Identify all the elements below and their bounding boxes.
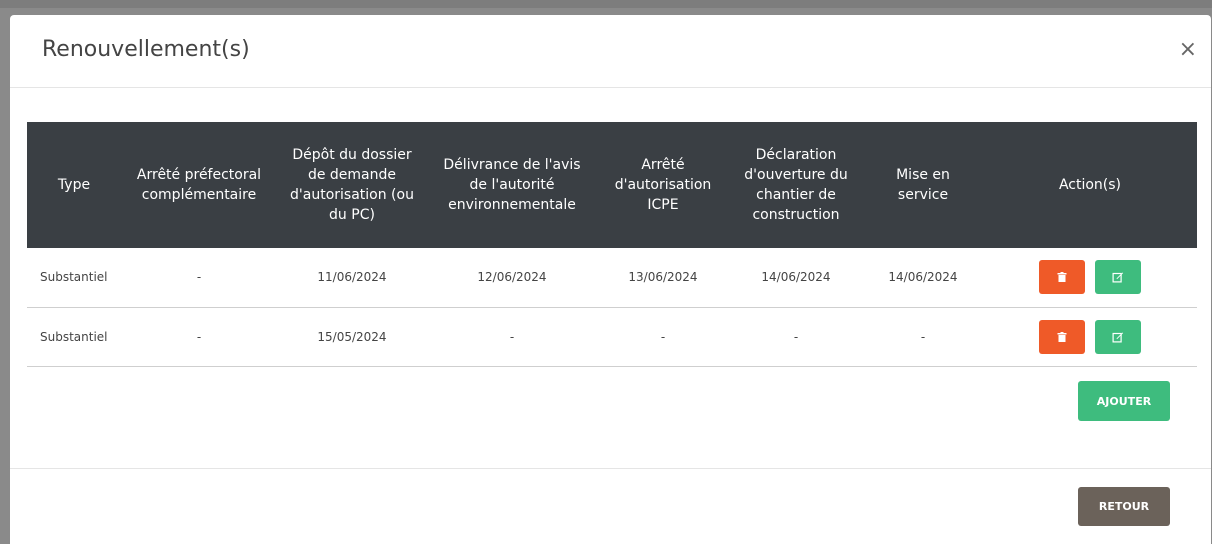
header-declaration-chantier: Déclaration d'ouverture du chantier de c… <box>744 147 848 223</box>
cell-arrete-icpe: - <box>660 329 666 344</box>
cell-arrete-complementaire: - <box>196 270 202 285</box>
cell-mise-en-service: 14/06/2024 <box>888 270 958 285</box>
header-delivrance-avis: Délivrance de l'avis de l'autorité envir… <box>443 157 581 213</box>
header-mise-en-service: Mise en service <box>896 167 950 203</box>
footer-divider <box>10 468 1211 469</box>
cell-delivrance-avis: 12/06/2024 <box>477 270 547 285</box>
cell-arrete-icpe: 13/06/2024 <box>628 270 698 285</box>
renewals-modal: Renouvellement(s) × Type Arrêté préfecto… <box>10 15 1211 544</box>
table-header-row: Type Arrêté préfectoral complémentaire D… <box>27 122 1197 248</box>
trash-icon <box>1057 272 1067 283</box>
renewals-table: Type Arrêté préfectoral complémentaire D… <box>27 122 1197 367</box>
edit-icon <box>1112 272 1124 283</box>
edit-button[interactable] <box>1094 319 1141 354</box>
add-button[interactable]: AJOUTER <box>1078 381 1170 421</box>
backdrop <box>0 0 1212 8</box>
delete-button[interactable] <box>1039 319 1086 354</box>
delete-button[interactable] <box>1039 260 1086 295</box>
cell-depot-dossier: 11/06/2024 <box>317 270 387 285</box>
header-depot-dossier: Dépôt du dossier de demande d'autorisati… <box>290 147 414 223</box>
cell-type: Substantiel <box>40 270 108 285</box>
cell-delivrance-avis: - <box>509 329 515 344</box>
cell-depot-dossier: 15/05/2024 <box>317 329 387 344</box>
modal-title: Renouvellement(s) <box>42 37 250 62</box>
cell-actions <box>983 307 1197 366</box>
edit-button[interactable] <box>1094 260 1141 295</box>
cell-arrete-complementaire: - <box>196 329 202 344</box>
cell-type: Substantiel <box>40 329 108 344</box>
modal-body: Type Arrêté préfectoral complémentaire D… <box>27 122 1197 367</box>
cell-mise-en-service: - <box>920 329 926 344</box>
edit-icon <box>1112 332 1124 342</box>
table-row: Substantiel - 15/05/2024 - - - - <box>27 307 1197 366</box>
back-button[interactable]: RETOUR <box>1078 487 1170 526</box>
header-arrete-complementaire: Arrêté préfectoral complémentaire <box>136 167 262 203</box>
table-row: Substantiel - 11/06/2024 12/06/2024 13/0… <box>27 248 1197 307</box>
cell-declaration-chantier: 14/06/2024 <box>761 270 831 285</box>
cell-declaration-chantier: - <box>793 329 799 344</box>
close-icon[interactable]: × <box>1179 39 1197 61</box>
trash-icon <box>1057 331 1067 342</box>
modal-header: Renouvellement(s) × <box>10 15 1211 88</box>
header-arrete-icpe: Arrêté d'autorisation ICPE <box>614 157 712 213</box>
header-actions: Action(s) <box>1058 177 1122 193</box>
header-type: Type <box>57 177 91 193</box>
cell-actions <box>983 248 1197 307</box>
